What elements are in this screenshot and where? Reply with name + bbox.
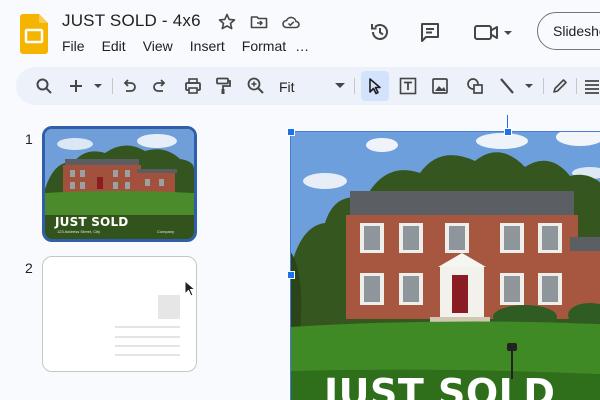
slide-canvas[interactable]: JUST SOLD (290, 131, 600, 400)
zoom-button[interactable] (246, 76, 266, 96)
toolbar: Fit (16, 67, 600, 105)
undo-button[interactable] (119, 76, 139, 96)
history-icon (371, 24, 388, 40)
pen-button[interactable] (550, 76, 570, 96)
comment-icon (421, 23, 439, 42)
thumbnail-footer-left: 123 Address Street, City (57, 229, 101, 234)
resize-handle-middle-left[interactable] (287, 271, 295, 279)
search-menus-button[interactable] (34, 76, 54, 96)
house-photo[interactable] (290, 131, 600, 400)
pen-icon (553, 79, 567, 93)
move-to-folder-icon[interactable] (249, 12, 269, 32)
thumbnail-footer-right: Company (157, 229, 175, 234)
video-camera-icon (474, 25, 512, 40)
menu-view[interactable]: View (143, 38, 173, 54)
menu-bar: File Edit View Insert Format … (62, 38, 326, 54)
menu-more[interactable]: … (295, 38, 309, 54)
cursor-arrow-icon (369, 78, 381, 95)
thumbnail-title: JUST SOLD (55, 215, 129, 229)
menu-insert[interactable]: Insert (190, 38, 225, 54)
slide-title-text[interactable]: JUST SOLD (324, 371, 555, 400)
resize-handle-top-middle[interactable] (504, 128, 512, 136)
slide-thumbnail-2[interactable] (42, 256, 197, 372)
align-button[interactable] (582, 76, 600, 96)
redo-icon (153, 79, 166, 92)
shape-icon (467, 78, 483, 94)
text-box-button[interactable] (398, 76, 418, 96)
paint-format-icon (216, 77, 231, 94)
toolbar-divider (576, 78, 577, 94)
toolbar-divider (354, 78, 355, 94)
align-icon (585, 80, 599, 94)
paint-format-button[interactable] (213, 76, 233, 96)
postcard-back-thumbnail (115, 295, 180, 356)
shape-button[interactable] (465, 76, 485, 96)
version-history-button[interactable] (366, 18, 394, 46)
document-title[interactable]: JUST SOLD - 4x6 (62, 11, 201, 31)
resize-handle-top-left[interactable] (287, 128, 295, 136)
comments-button[interactable] (416, 18, 444, 46)
cloud-saved-icon[interactable] (281, 12, 301, 32)
select-tool-button[interactable] (365, 76, 385, 96)
toolbar-divider (112, 78, 113, 94)
slide-number-1: 1 (25, 131, 33, 147)
line-button[interactable] (497, 76, 541, 96)
zoom-in-icon (247, 77, 264, 94)
menu-file[interactable]: File (62, 38, 85, 54)
redo-button[interactable] (150, 76, 170, 96)
print-button[interactable] (183, 76, 203, 96)
slide-thumbnail-1[interactable]: JUST SOLD 123 Address Street, City Compa… (42, 126, 197, 242)
rotation-handle-line (507, 115, 508, 129)
text-box-icon (399, 77, 417, 95)
meet-button[interactable] (472, 18, 518, 46)
plus-icon (70, 80, 102, 92)
zoom-select[interactable]: Fit (279, 79, 295, 95)
zoom-dropdown-icon[interactable] (334, 82, 346, 90)
menu-format[interactable]: Format (242, 38, 286, 54)
print-icon (185, 78, 201, 94)
google-slides-logo-icon[interactable] (20, 14, 48, 54)
insert-image-button[interactable] (430, 76, 450, 96)
slides-app-window: JUST SOLD - 4x6 File Edit View Insert Fo… (0, 0, 600, 400)
menu-edit[interactable]: Edit (102, 38, 126, 54)
toolbar-divider (543, 78, 544, 94)
mouse-pointer-icon (184, 280, 197, 297)
slideshow-button[interactable]: Slideshow (537, 12, 600, 50)
search-icon (36, 78, 52, 94)
slide-number-2: 2 (25, 260, 33, 276)
undo-icon (123, 79, 136, 92)
new-slide-button[interactable] (66, 76, 106, 96)
star-icon[interactable] (217, 12, 237, 32)
image-icon (432, 78, 448, 94)
line-icon (500, 78, 533, 94)
